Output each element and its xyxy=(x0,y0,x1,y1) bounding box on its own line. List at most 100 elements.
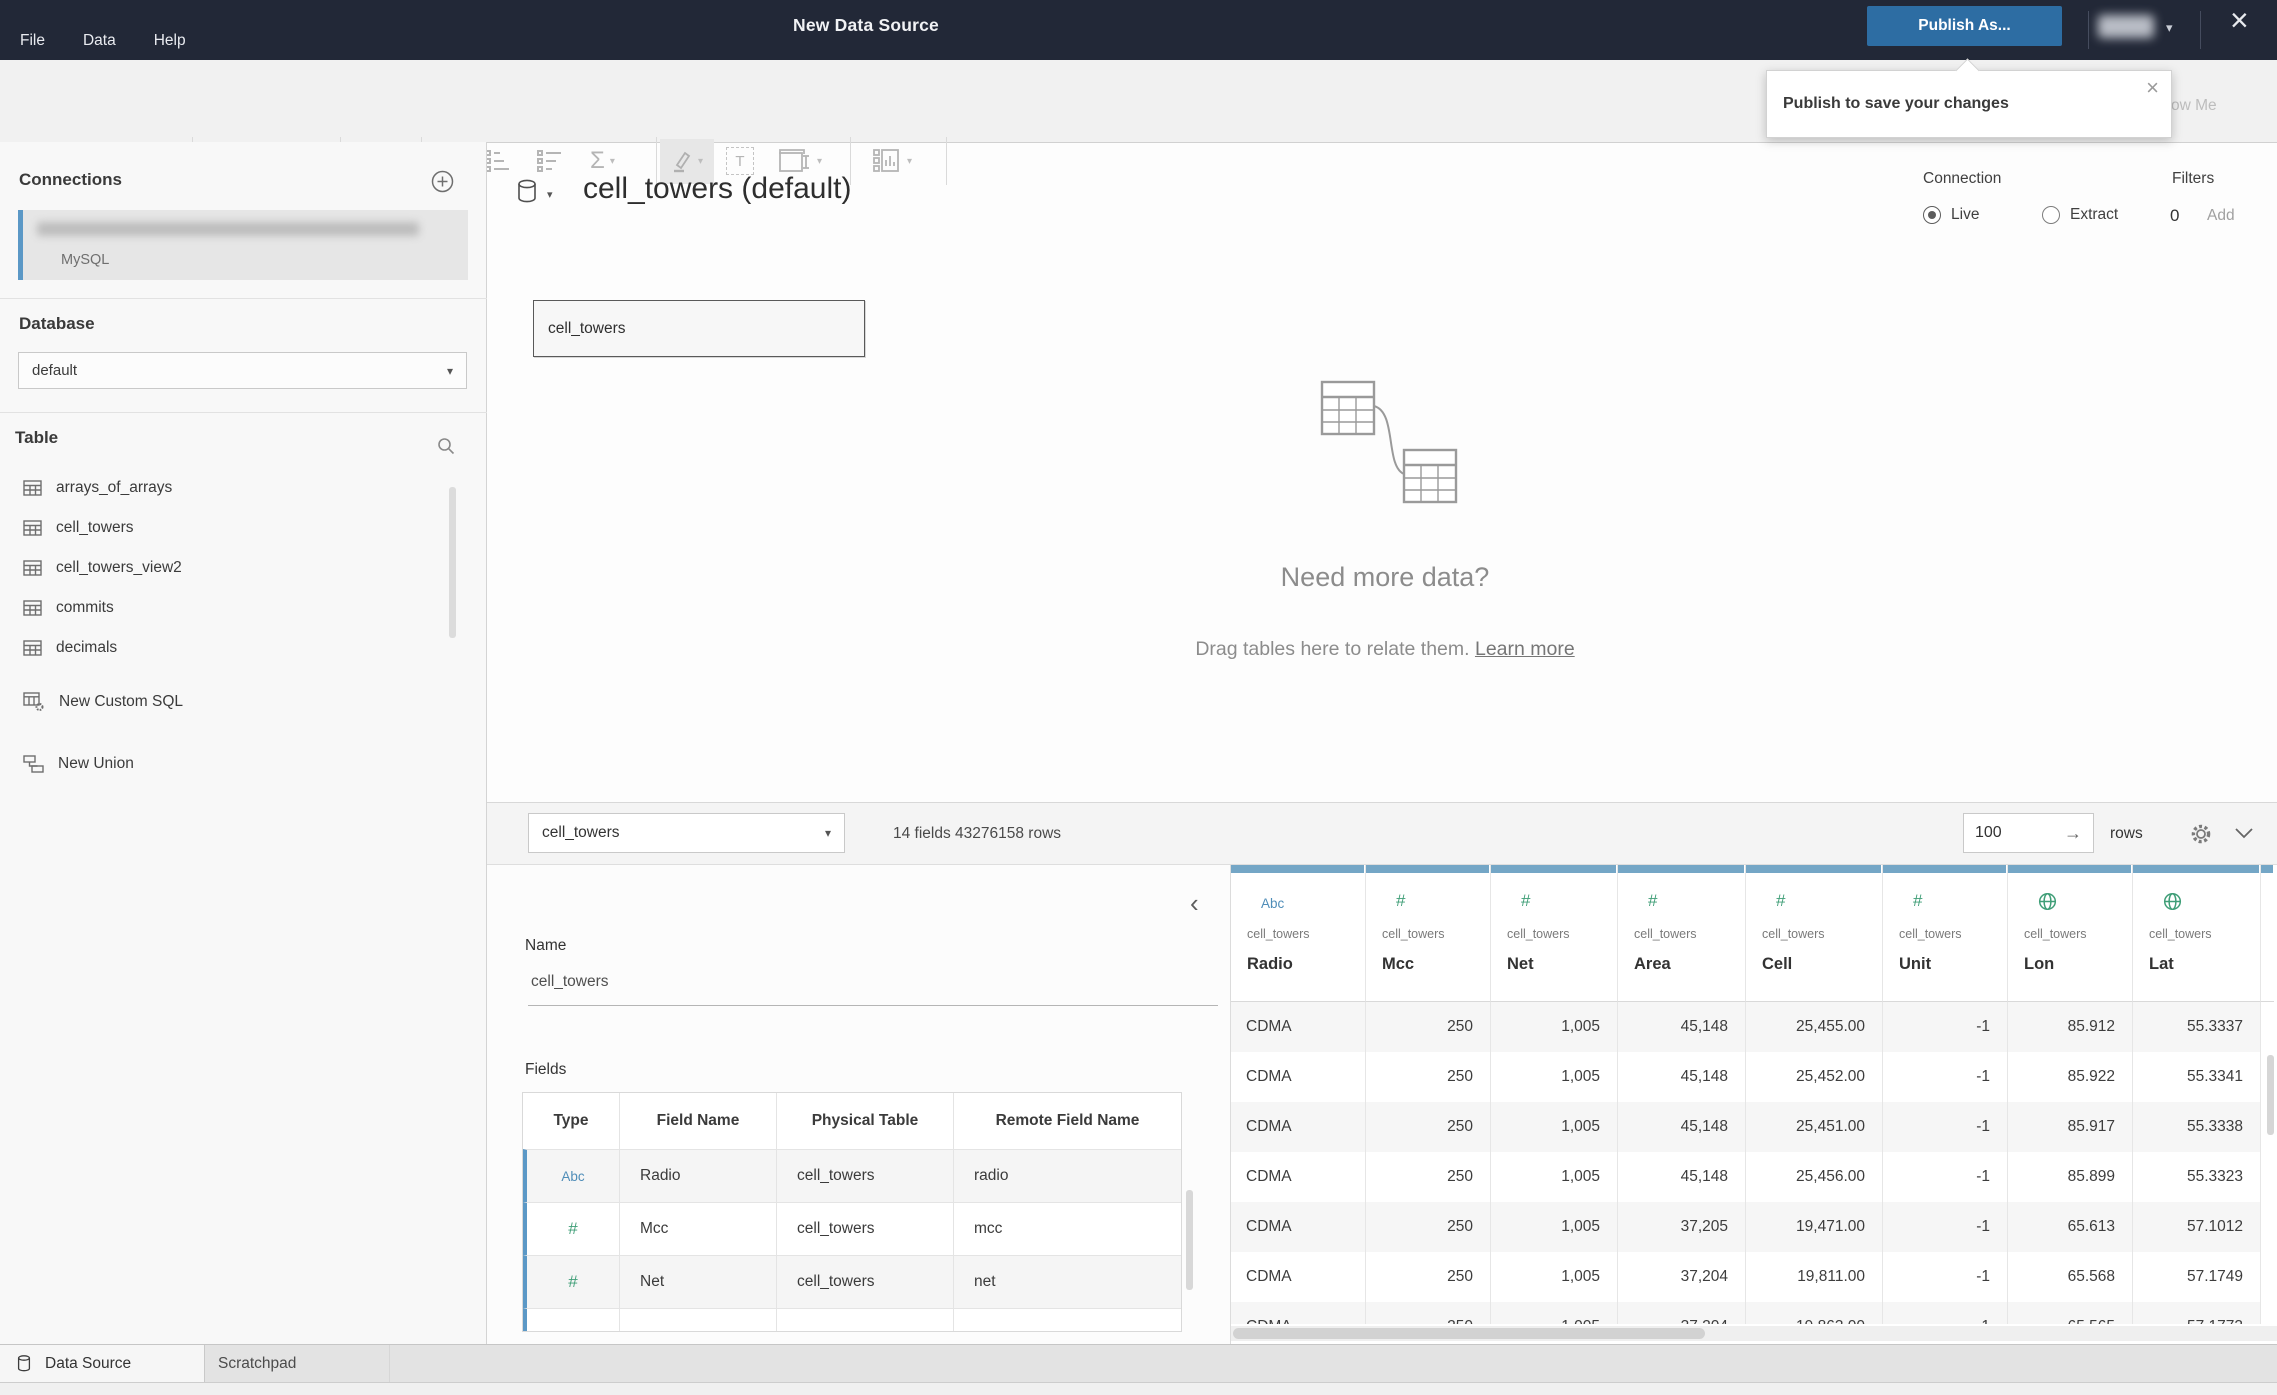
grid-row[interactable]: CDMA 250 1,005 37,204 19,863.00 -1 65.56… xyxy=(1231,1302,2277,1324)
extract-radio[interactable] xyxy=(2042,206,2060,224)
column-name[interactable]: Mcc xyxy=(1382,955,1414,974)
field-row-radio[interactable]: Abc Radio cell_towers radio xyxy=(523,1149,1181,1202)
show-cards-caret-icon[interactable]: ▾ xyxy=(907,156,912,167)
fit-caret-icon[interactable]: ▾ xyxy=(817,156,822,167)
field-row-mcc[interactable]: # Mcc cell_towers mcc xyxy=(523,1202,1181,1255)
grid-column-lon[interactable]: cell_towers Lon xyxy=(2007,865,2132,1002)
datasource-cylinder-icon[interactable] xyxy=(517,179,541,207)
grid-row[interactable]: CDMA 250 1,005 45,148 25,451.00 -1 85.91… xyxy=(1231,1102,2277,1152)
grid-column-mcc[interactable]: # cell_towers Mcc xyxy=(1365,865,1490,1002)
connection-live-option[interactable]: Live xyxy=(1923,206,1979,224)
number-type-icon: # xyxy=(1776,891,1786,910)
connection-card[interactable]: MySQL xyxy=(18,210,468,280)
grid-horizontal-scrollbar-thumb[interactable] xyxy=(1233,1328,1705,1339)
table-item-cell-towers[interactable]: cell_towers xyxy=(0,508,440,548)
grid-cell-filler xyxy=(2260,1152,2277,1202)
column-accent-bar xyxy=(2008,865,2131,873)
grid-cell: 55.3323 xyxy=(2132,1152,2260,1202)
highlight-caret-icon[interactable]: ▾ xyxy=(698,156,703,167)
name-value[interactable]: cell_towers xyxy=(531,973,609,991)
grid-column-area[interactable]: # cell_towers Area xyxy=(1617,865,1745,1002)
grid-cell: 1,005 xyxy=(1490,1152,1617,1202)
user-avatar[interactable] xyxy=(2098,15,2154,38)
filters-add-button[interactable]: Add xyxy=(2207,207,2235,225)
grid-column-net[interactable]: # cell_towers Net xyxy=(1490,865,1617,1002)
remote-field-cell: radio xyxy=(953,1150,1181,1202)
new-union-button[interactable]: New Union xyxy=(0,744,440,784)
live-radio[interactable] xyxy=(1923,206,1941,224)
apply-rows-arrow-icon[interactable]: → xyxy=(2064,823,2082,844)
grid-column-unit[interactable]: # cell_towers Unit xyxy=(1882,865,2007,1002)
table-search-icon[interactable] xyxy=(437,437,455,455)
tab-scratchpad[interactable]: Scratchpad xyxy=(205,1345,390,1382)
preview-collapse-chevron-icon[interactable] xyxy=(2235,828,2253,839)
row-count-input[interactable]: 100 → xyxy=(1963,813,2094,853)
table-item-cell-towers-view2[interactable]: cell_towers_view2 xyxy=(0,548,440,588)
new-custom-sql-button[interactable]: New Custom SQL xyxy=(0,682,440,722)
column-name[interactable]: Lat xyxy=(2149,955,2174,974)
field-name-cell[interactable]: Net xyxy=(619,1256,776,1308)
relate-tables-illustration xyxy=(1317,380,1459,505)
column-name[interactable]: Lon xyxy=(2024,955,2054,974)
field-row-partial[interactable] xyxy=(523,1308,1181,1331)
column-table-label: cell_towers xyxy=(1507,927,1570,941)
datasource-caret-icon[interactable]: ▾ xyxy=(547,188,553,201)
add-connection-icon[interactable] xyxy=(431,170,454,193)
menu-file[interactable]: File xyxy=(20,32,45,50)
preview-settings-gear-icon[interactable] xyxy=(2190,823,2212,845)
grid-horizontal-scrollbar[interactable] xyxy=(1231,1326,2277,1341)
field-name-cell[interactable]: Radio xyxy=(619,1150,776,1202)
table-item-arrays-of-arrays[interactable]: arrays_of_arrays xyxy=(0,468,440,508)
grid-row[interactable]: CDMA 250 1,005 37,204 19,811.00 -1 65.56… xyxy=(1231,1252,2277,1302)
grid-cell: -1 xyxy=(1882,1252,2007,1302)
table-item-commits[interactable]: commits xyxy=(0,588,440,628)
window-close-icon[interactable]: × xyxy=(2230,4,2249,36)
grid-cell: CDMA xyxy=(1246,1018,1292,1035)
column-table-label: cell_towers xyxy=(1247,927,1310,941)
database-select[interactable]: default ▾ xyxy=(18,352,467,389)
menu-help[interactable]: Help xyxy=(154,32,186,50)
canvas-table-node[interactable]: cell_towers xyxy=(533,300,865,357)
sort-ascending-icon[interactable] xyxy=(484,138,512,184)
connections-heading: Connections xyxy=(19,170,122,189)
column-name[interactable]: Radio xyxy=(1247,955,1293,974)
fields-header-row: Type Field Name Physical Table Remote Fi… xyxy=(523,1093,1181,1149)
grid-row[interactable]: CDMA 250 1,005 45,148 25,455.00 -1 85.91… xyxy=(1231,1002,2277,1052)
column-accent-bar xyxy=(1883,865,2006,873)
grid-cell: 55.3337 xyxy=(2132,1002,2260,1052)
totals-caret-icon[interactable]: ▾ xyxy=(610,156,615,167)
grid-column-cell[interactable]: # cell_towers Cell xyxy=(1745,865,1882,1002)
column-table-label: cell_towers xyxy=(1382,927,1445,941)
fields-table-scrollbar[interactable] xyxy=(1186,1190,1193,1290)
grid-row[interactable]: CDMA 250 1,005 45,148 25,456.00 -1 85.89… xyxy=(1231,1152,2277,1202)
column-name[interactable]: Cell xyxy=(1762,955,1792,974)
field-name-cell[interactable]: Mcc xyxy=(619,1203,776,1255)
tab-data-source[interactable]: Data Source xyxy=(0,1345,205,1382)
grid-row[interactable]: CDMA 250 1,005 45,148 25,452.00 -1 85.92… xyxy=(1231,1052,2277,1102)
tooltip-close-icon[interactable]: × xyxy=(2146,77,2159,99)
user-menu-caret-icon[interactable]: ▾ xyxy=(2166,20,2173,36)
grid-row[interactable]: CDMA 250 1,005 37,205 19,471.00 -1 65.61… xyxy=(1231,1202,2277,1252)
column-name[interactable]: Net xyxy=(1507,955,1534,974)
preview-table-select[interactable]: cell_towers ▾ xyxy=(528,813,845,853)
collapse-panel-icon[interactable]: ‹ xyxy=(1190,890,1199,916)
column-name[interactable]: Area xyxy=(1634,955,1671,974)
grid-column-lat[interactable]: cell_towers Lat xyxy=(2132,865,2260,1002)
grid-vertical-scrollbar[interactable] xyxy=(2267,1055,2274,1135)
grid-column-radio[interactable]: Abc cell_towers Radio xyxy=(1231,865,1365,1002)
preview-table-caret-icon: ▾ xyxy=(824,826,831,840)
grid-cell: 37,204 xyxy=(1617,1302,1745,1324)
datasource-title[interactable]: cell_towers (default) xyxy=(583,172,851,206)
learn-more-link[interactable]: Learn more xyxy=(1475,638,1575,660)
show-cards-icon[interactable]: ▾ xyxy=(872,138,912,184)
column-name[interactable]: Unit xyxy=(1899,955,1931,974)
table-list-scrollbar[interactable] xyxy=(449,487,456,638)
publish-as-button[interactable]: Publish As... xyxy=(1867,6,2062,46)
menu-data[interactable]: Data xyxy=(83,32,116,50)
highlight-pen-icon xyxy=(673,151,691,172)
connection-extract-option[interactable]: Extract xyxy=(2042,206,2118,224)
table-item-decimals[interactable]: decimals xyxy=(0,628,440,668)
grid-cell: CDMA xyxy=(1231,1302,1365,1324)
field-row-net[interactable]: # Net cell_towers net xyxy=(523,1255,1181,1308)
sort-descending-icon[interactable] xyxy=(536,138,564,184)
